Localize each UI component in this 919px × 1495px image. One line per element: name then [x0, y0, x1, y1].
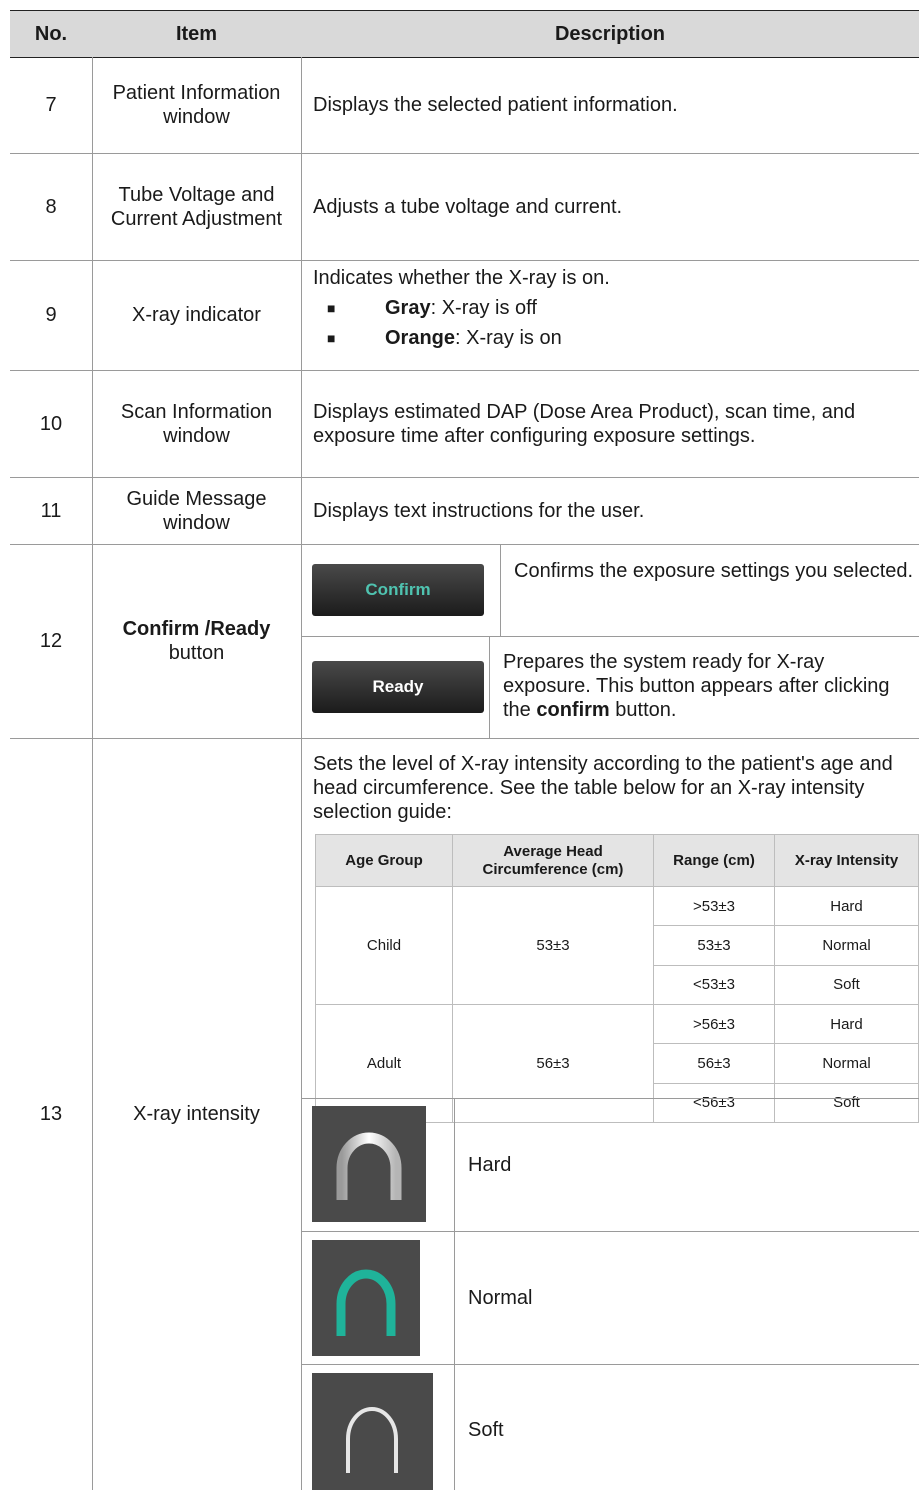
guide-range: 53±3 — [653, 925, 775, 966]
soft-arch-icon[interactable] — [312, 1373, 433, 1490]
ready-button[interactable]: Ready — [312, 661, 484, 713]
column-divider — [92, 57, 93, 1490]
guide-intensity: Hard — [774, 885, 919, 927]
row-number: 13 — [39, 1103, 63, 1125]
guide-range: >53±3 — [653, 885, 775, 927]
row-number: 7 — [45, 94, 57, 116]
guide-range: 56±3 — [653, 1043, 775, 1084]
row-number: 12 — [39, 630, 63, 652]
mode-label-normal: Normal — [468, 1287, 533, 1309]
bullet-orange: ■ Orange: X-ray is on — [313, 326, 911, 350]
intensity-description: Sets the level of X-ray intensity accord… — [313, 753, 893, 823]
guide-avg: 53±3 — [452, 886, 654, 1005]
row-number: 8 — [45, 195, 57, 218]
guide-intensity: Soft — [774, 964, 919, 1005]
table-header: No. Item Description — [10, 10, 919, 58]
guide-age: Adult — [315, 1003, 453, 1124]
row-item: X-ray indicator — [132, 304, 261, 326]
guide-range: <53±3 — [653, 964, 775, 1005]
divider — [301, 1098, 919, 1099]
hard-arch-icon[interactable] — [312, 1106, 426, 1222]
row-description: Displays estimated DAP (Dose Area Produc… — [313, 400, 856, 447]
table-row: 7 Patient Information window Displays th… — [10, 57, 919, 154]
ready-description: Prepares the system ready for X-ray expo… — [503, 650, 915, 722]
ready-desc-text: button. — [609, 699, 677, 721]
guide-intensity: Normal — [774, 925, 919, 966]
divider — [500, 544, 501, 636]
table-row: 9 X-ray indicator Indicates whether the … — [10, 260, 919, 371]
column-divider — [301, 57, 302, 1490]
row-item: Confirm /Ready button — [92, 544, 301, 738]
item-rest: button — [168, 642, 225, 664]
bullet-square-icon: ■ — [327, 330, 336, 346]
guide-header: Range (cm) — [653, 834, 775, 887]
row-item: X-ray intensity — [133, 1103, 260, 1125]
bullet-bold: Orange — [385, 327, 456, 349]
divider — [454, 1098, 455, 1490]
bullet-gray: ■ Gray: X-ray is off — [313, 296, 911, 320]
table-row: 12 Confirm /Ready button Confirm Confirm… — [10, 544, 919, 739]
guide-avg: 56±3 — [452, 1003, 654, 1124]
row-number: 10 — [39, 412, 63, 435]
divider — [301, 636, 919, 637]
guide-range: <56±3 — [653, 1082, 775, 1124]
guide-intensity: Soft — [774, 1082, 919, 1124]
confirm-description: Confirms the exposure settings you selec… — [514, 560, 914, 582]
header-item: Item — [175, 23, 218, 45]
bullet-square-icon: ■ — [327, 300, 336, 316]
row-item: Patient Information window — [112, 82, 281, 128]
header-no: No. — [34, 23, 68, 45]
divider — [301, 1364, 919, 1365]
table-row: 8 Tube Voltage and Current Adjustment Ad… — [10, 153, 919, 261]
row-item: Scan Information window — [120, 400, 273, 447]
guide-header: Age Group — [315, 834, 453, 887]
guide-header: Average Head Circumference (cm) — [452, 834, 654, 887]
row-description: Indicates whether the X-ray is on. ■ Gra… — [301, 260, 919, 370]
row-number: 11 — [40, 499, 62, 522]
row-description: Displays text instructions for the user. — [313, 499, 645, 522]
table-row: 13 X-ray intensity Sets the level of X-r… — [10, 738, 919, 1490]
guide-range: >56±3 — [653, 1003, 775, 1045]
table-row: 10 Scan Information window Displays esti… — [10, 370, 919, 478]
guide-header: X-ray Intensity — [774, 834, 919, 887]
header-description: Description — [554, 23, 666, 45]
guide-intensity: Hard — [774, 1003, 919, 1045]
guide-intensity: Normal — [774, 1043, 919, 1084]
row-number: 9 — [45, 304, 57, 326]
divider — [301, 1231, 919, 1232]
row-description: Adjusts a tube voltage and current. — [313, 195, 623, 218]
row-description: Displays the selected patient informatio… — [313, 94, 678, 116]
bullet-text: : X-ray is on — [455, 327, 562, 349]
guide-age: Child — [315, 886, 453, 1005]
item-bold: Confirm /Ready — [122, 618, 271, 640]
indicator-intro: Indicates whether the X-ray is on. — [313, 267, 610, 289]
row-item: Tube Voltage and Current Adjustment — [110, 183, 283, 230]
bullet-text: : X-ray is off — [430, 297, 537, 319]
row-item: Guide Message window — [126, 487, 267, 534]
intensity-guide-table: Age Group Average Head Circumference (cm… — [315, 834, 919, 1124]
bullet-bold: Gray — [385, 297, 431, 319]
confirm-button[interactable]: Confirm — [312, 564, 484, 616]
ready-desc-bold: confirm — [536, 699, 610, 721]
mode-label-hard: Hard — [468, 1154, 512, 1176]
mode-label-soft: Soft — [468, 1419, 504, 1441]
divider — [489, 636, 490, 738]
table-row: 11 Guide Message window Displays text in… — [10, 477, 919, 545]
normal-arch-icon[interactable] — [312, 1240, 420, 1356]
